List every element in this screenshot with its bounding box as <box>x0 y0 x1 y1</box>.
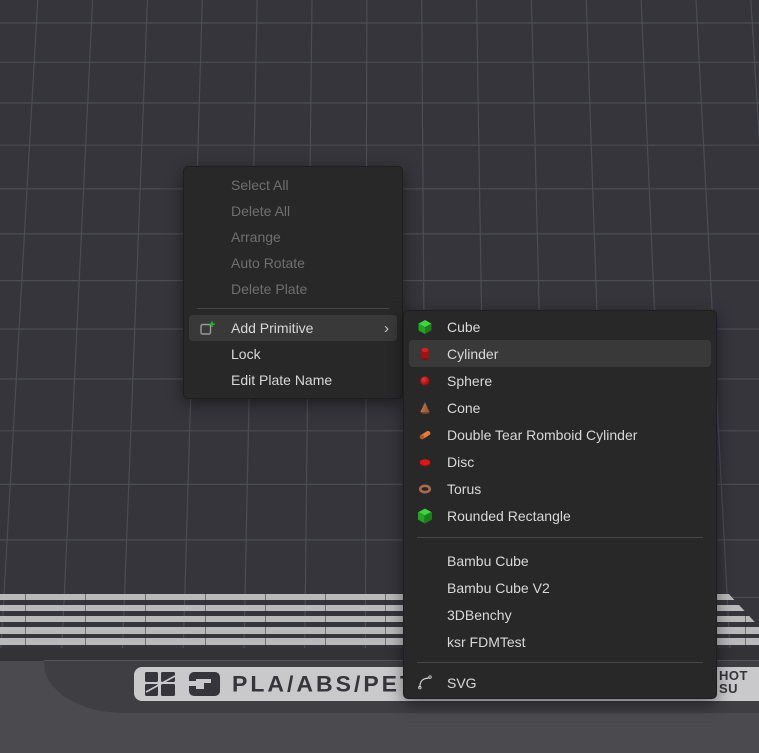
plate-context-menu: Select All Delete All Arrange Auto Rotat… <box>183 166 403 399</box>
submenu-item-3dbenchy[interactable]: 3DBenchy <box>409 601 711 628</box>
submenu-item-rounded-rectangle[interactable]: Rounded Rectangle <box>409 502 711 529</box>
submenu-item-svg[interactable]: SVG <box>409 669 711 696</box>
sphere-icon <box>417 373 433 389</box>
menu-item-auto-rotate[interactable]: Auto Rotate <box>189 250 397 276</box>
submenu-item-disc[interactable]: Disc <box>409 448 711 475</box>
viewport-3d: PLA/ABS/PETG HOT SU Select All Delete Al… <box>0 0 759 753</box>
submenu-item-bambu-cube-v2[interactable]: Bambu Cube V2 <box>409 574 711 601</box>
menu-separator <box>197 308 389 309</box>
submenu-item-romboid-cylinder[interactable]: Double Tear Romboid Cylinder <box>409 421 711 448</box>
torus-icon <box>417 481 433 497</box>
menu-item-lock[interactable]: Lock <box>189 341 397 367</box>
submenu-item-cube[interactable]: Cube <box>409 313 711 340</box>
bezier-curve-icon <box>417 674 433 691</box>
rounded-rectangle-icon <box>417 508 433 524</box>
menu-item-edit-plate-name[interactable]: Edit Plate Name <box>189 367 397 393</box>
menu-item-arrange[interactable]: Arrange <box>189 224 397 250</box>
add-primitive-icon <box>197 320 217 337</box>
studio-logo-icon <box>188 671 222 697</box>
add-primitive-submenu: Cube Cylinder Sphere <box>403 310 717 699</box>
menu-item-select-all[interactable]: Select All <box>189 172 397 198</box>
submenu-item-ksr-fdmtest[interactable]: ksr FDMTest <box>409 628 711 655</box>
submenu-item-cone[interactable]: Cone <box>409 394 711 421</box>
submenu-arrow-icon: › <box>384 320 389 337</box>
menu-item-add-primitive[interactable]: Add Primitive › <box>189 315 397 341</box>
submenu-item-bambu-cube[interactable]: Bambu Cube <box>409 547 711 574</box>
submenu-item-cylinder[interactable]: Cylinder <box>409 340 711 367</box>
submenu-item-sphere[interactable]: Sphere <box>409 367 711 394</box>
hot-surface-text-line2: SU <box>719 683 748 695</box>
menu-item-delete-plate[interactable]: Delete Plate <box>189 276 397 302</box>
cylinder-icon <box>417 346 433 362</box>
bambu-logo-icon <box>144 671 178 697</box>
cube-icon <box>417 319 433 335</box>
submenu-item-torus[interactable]: Torus <box>409 475 711 502</box>
romboid-cylinder-icon <box>417 427 433 443</box>
disc-icon <box>417 454 433 470</box>
submenu-separator <box>417 537 703 538</box>
menu-item-delete-all[interactable]: Delete All <box>189 198 397 224</box>
submenu-separator <box>417 662 703 663</box>
cone-icon <box>417 400 433 416</box>
